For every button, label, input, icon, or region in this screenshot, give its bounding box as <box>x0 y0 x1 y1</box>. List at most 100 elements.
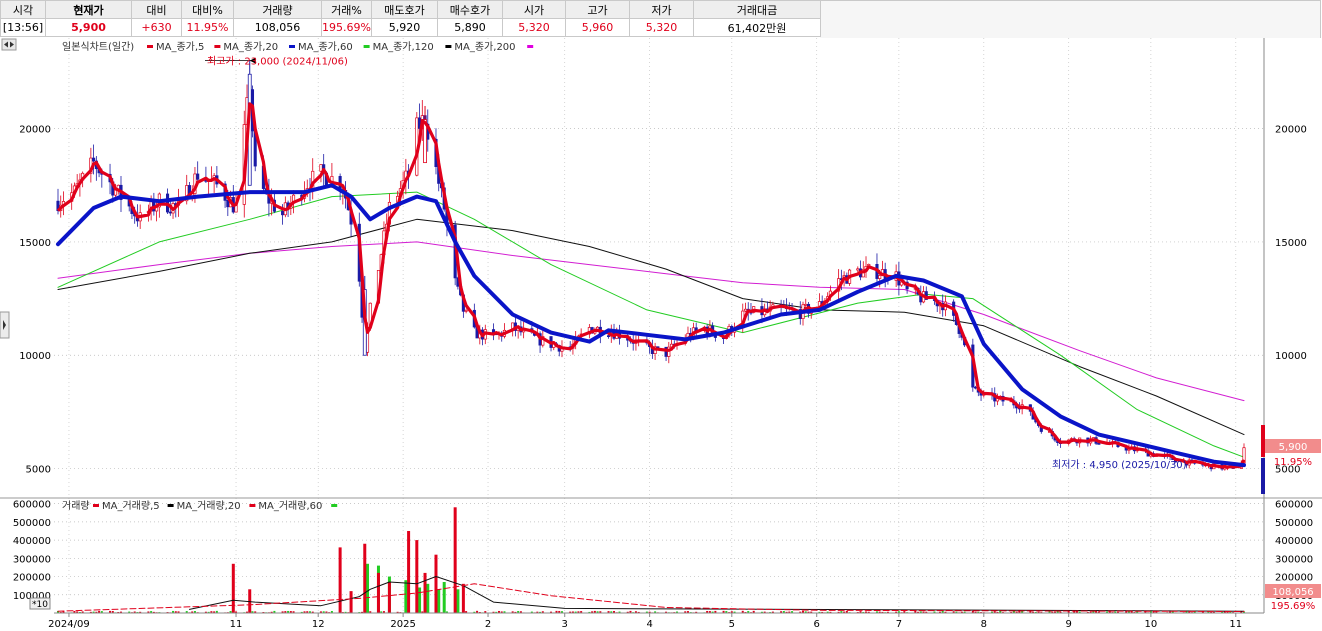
current-price-marker-up <box>1261 425 1265 457</box>
volume-legend: 거래량 MA_거래량,5 MA_거래량,20 MA_거래량,60 <box>62 500 338 512</box>
volume-bar <box>407 530 411 613</box>
value-volume: 108,056 <box>233 18 322 37</box>
low-price-label: 최저가 : 4,950 (2025/10/30) <box>1052 459 1187 471</box>
header-high-label: 고가 <box>565 0 630 19</box>
volume-legend-swatch <box>167 504 174 507</box>
header-low-label: 저가 <box>629 0 694 19</box>
side-panel-toggle[interactable] <box>0 311 10 339</box>
value-change: +630 <box>131 18 182 37</box>
price-legend-item-label: MA_종가,60 <box>298 41 353 53</box>
volume-scale-button-label: *10 <box>32 600 48 610</box>
candle-body <box>196 173 200 180</box>
price-tick-label: 15000 <box>19 238 51 249</box>
date-tick-label: 10 <box>1145 619 1158 630</box>
volume-bar <box>461 583 465 613</box>
volume-tick-label: 200000 <box>13 573 51 584</box>
volume-bar <box>366 563 370 613</box>
volume-bar <box>376 572 380 613</box>
candle-body <box>168 211 172 214</box>
date-tick-label: 7 <box>896 619 902 630</box>
price-legend-title: 일본식차트(일간) <box>62 41 134 53</box>
volume-bar <box>456 589 460 613</box>
volume-bar <box>437 589 441 613</box>
volume-badge-pct: 195.69% <box>1271 601 1316 612</box>
value-volume-pct: 195.69% <box>321 18 372 37</box>
high-price-label: 최고가 : 23,000 (2024/11/06) <box>207 56 348 68</box>
volume-tick-label: 400000 <box>13 536 51 547</box>
volume-tick-label: 500000 <box>13 518 51 529</box>
volume-bar <box>404 580 408 613</box>
date-tick-label: 2025 <box>390 619 415 630</box>
header-change-pct-label: 대비% <box>181 0 234 19</box>
value-time: [13:56] <box>0 18 46 37</box>
high-annotation: 최고가 : 23,000 (2024/11/06) <box>205 56 348 68</box>
price-legend-swatch <box>147 45 153 48</box>
volume-bar <box>349 591 353 613</box>
candle-body <box>804 303 808 306</box>
candle-body <box>281 210 285 216</box>
collapse-button[interactable] <box>1 38 17 51</box>
date-tick-label: 2024/09 <box>48 619 90 630</box>
volume-badge-value: 108,056 <box>1272 587 1313 598</box>
date-tick-label: 11 <box>230 619 243 630</box>
volume-bar <box>387 582 391 613</box>
date-tick-label: 2 <box>485 619 491 630</box>
quote-table: 시각 현재가 대비 대비% 거래량 거래% 매도호가 매수호가 시가 고가 저가 거래대금 [13:5… <box>0 0 821 37</box>
price-badge-value: 5,900 <box>1279 442 1308 453</box>
price-tick-label: 20000 <box>19 125 51 136</box>
price-tick-label: 10000 <box>19 351 51 362</box>
stock-chart[interactable]: 5000100001500020000 5000100001500020000 … <box>0 38 1322 631</box>
price-tick-label: 20000 <box>1275 125 1307 136</box>
header-time-label: 시각 <box>0 0 46 19</box>
volume-bar <box>453 507 457 613</box>
volume-legend-item-label: MA_거래량,5 <box>102 500 160 512</box>
header-price-label: 현재가 <box>45 0 132 19</box>
volume-bar <box>418 587 422 613</box>
price-legend: 일본식차트(일간) MA_종가,5 MA_종가,20 MA_종가,60 MA_종가,12… <box>62 41 534 53</box>
date-tick-label: 9 <box>1066 619 1072 630</box>
volume-tick-label: 500000 <box>1275 518 1313 529</box>
volume-bar <box>338 547 342 613</box>
value-bid: 5,890 <box>437 18 503 37</box>
volume-legend-swatch <box>331 504 338 507</box>
price-tick-label: 10000 <box>1275 351 1307 362</box>
volume-tick-label: 300000 <box>1275 554 1313 565</box>
price-tick-label: 15000 <box>1275 238 1307 249</box>
price-legend-swatch <box>289 45 295 48</box>
value-low: 5,320 <box>629 18 694 37</box>
volume-legend-title: 거래량 <box>62 500 90 512</box>
volume-tick-label: 600000 <box>1275 500 1313 511</box>
date-tick-label: 8 <box>981 619 987 630</box>
volume-tick-label: 200000 <box>1275 573 1313 584</box>
value-amount: 61,402만원 <box>693 18 821 37</box>
candle-body <box>878 275 882 279</box>
volume-legend-item-label: MA_거래량,20 <box>177 500 241 512</box>
price-legend-swatch <box>363 45 370 48</box>
volume-tick-label: 600000 <box>13 500 51 511</box>
candle-body <box>856 268 860 271</box>
date-tick-label: 3 <box>562 619 568 630</box>
volume-bar <box>442 582 446 613</box>
header-volume-pct-label: 거래% <box>321 0 372 19</box>
volume-bar <box>434 554 438 613</box>
candle-body <box>464 309 468 312</box>
price-legend-swatch <box>214 45 221 48</box>
volume-bar <box>415 540 419 613</box>
volume-tick-label: 300000 <box>13 554 51 565</box>
volume-legend-swatch <box>249 504 256 507</box>
date-tick-label: 5 <box>729 619 735 630</box>
header-open-label: 시가 <box>502 0 566 19</box>
date-tick-label: 4 <box>646 619 652 630</box>
volume-bar <box>363 543 367 613</box>
volume-tick-label: 400000 <box>1275 536 1313 547</box>
current-price-marker <box>1261 458 1265 494</box>
price-legend-item-label: MA_종가,120 <box>373 41 434 53</box>
candle-body <box>1097 443 1101 445</box>
candle-body <box>606 335 611 337</box>
volume-scale-button[interactable]: *10 <box>29 597 51 610</box>
volume-badge: 108,056 195.69% <box>1265 584 1321 612</box>
header-volume-label: 거래량 <box>233 0 322 19</box>
price-tick-label: 5000 <box>26 465 51 476</box>
date-tick-label: 12 <box>312 619 325 630</box>
price-legend-item-label: MA_종가,20 <box>223 41 278 53</box>
